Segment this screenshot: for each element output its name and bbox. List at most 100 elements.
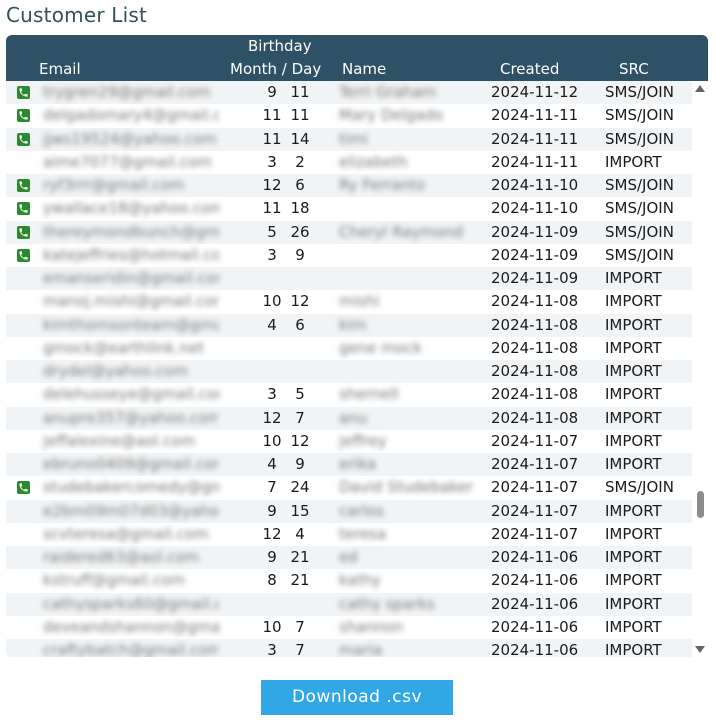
- birthday-day-cell: 21: [290, 571, 310, 590]
- table-row[interactable]: trygren29@gmail.com 9 11 Terri Graham 2024-1…: [6, 81, 692, 105]
- src-cell: IMPORT: [605, 641, 662, 657]
- table-row[interactable]: ryf3rrr@gmail.com 12 6 Ry Ferranto 2024-11-1…: [6, 174, 692, 198]
- table-row[interactable]: delehusseye@gmail.com 3 5 shernell 2024-11-0…: [6, 383, 692, 406]
- birthday-month-cell: 10: [262, 431, 282, 450]
- birthday-month-cell: 12: [262, 408, 282, 427]
- birthday-month-cell: 4: [267, 455, 277, 473]
- created-cell: 2024-11-06: [491, 548, 579, 566]
- birthday-month-cell: 3: [267, 152, 277, 171]
- table-row[interactable]: studebakercomedy@gmail.com 7 24 David Stude…: [6, 476, 692, 499]
- created-cell: 2024-11-11: [491, 152, 579, 171]
- name-cell: maria: [339, 641, 383, 657]
- created-cell: 2024-11-06: [491, 594, 579, 613]
- created-cell: 2024-11-08: [491, 385, 579, 404]
- created-cell: 2024-11-07: [491, 455, 579, 473]
- email-cell: craftybatch@gmail.com: [43, 641, 219, 657]
- email-cell: raidered63@aol.com: [43, 548, 200, 566]
- name-cell: Cheryl Raymond: [339, 222, 464, 241]
- table-row[interactable]: cathysparks60@gmail.com cathy sparks 2024-…: [6, 592, 692, 616]
- table-row[interactable]: emanseridin@gmail.com 2024-11-09 IMPORT: [6, 267, 692, 291]
- birthday-day-cell: 7: [295, 617, 305, 636]
- header-birthday-month-day[interactable]: Month / Day: [230, 60, 321, 78]
- table-row[interactable]: jeffalexine@aol.com 10 12 jeffrey 2024-11-07…: [6, 430, 692, 453]
- birthday-day-cell: 2: [295, 152, 305, 171]
- table-row[interactable]: deveandshannon@gmail.com 10 7 shannon 2024-1…: [6, 616, 692, 639]
- phone-icon: [17, 109, 31, 123]
- table-row[interactable]: raidered63@aol.com 9 21 ed 2024-11-06 IMPORT: [6, 546, 692, 570]
- table-row[interactable]: jjws19524@yahoo.com 11 14 timi 2024-11-11 SMS…: [6, 127, 692, 151]
- birthday-month-cell: 11: [262, 129, 282, 148]
- src-cell: SMS/JOIN: [605, 245, 674, 264]
- table-row[interactable]: katejeffries@hotmail.com 3 9 2024-11-09 SMS/…: [6, 244, 692, 267]
- table-body[interactable]: trygren29@gmail.com 9 11 Terri Graham 2024-1…: [6, 81, 708, 657]
- download-csv-button[interactable]: Download .csv: [261, 680, 453, 715]
- email-cell: deveandshannon@gmail.com: [43, 617, 219, 636]
- scroll-down-arrow-icon[interactable]: [695, 646, 705, 653]
- phone-icon: [17, 225, 31, 240]
- table-header: Email Birthday Month / Day Name Created …: [6, 35, 708, 81]
- email-cell: delehusseye@gmail.com: [43, 385, 219, 404]
- table-row[interactable]: ywallace18@yahoo.com 11 18 2024-11-10 SMS/JO…: [6, 197, 692, 220]
- src-cell: IMPORT: [605, 617, 662, 636]
- vertical-scrollbar[interactable]: [692, 81, 708, 657]
- src-cell: IMPORT: [605, 501, 662, 520]
- page-title: Customer List: [6, 3, 148, 27]
- table-row[interactable]: anupre357@yahoo.com 12 7 anu 2024-11-08 IMPOR…: [6, 406, 692, 430]
- table-row[interactable]: drydel@yahoo.com 2024-11-08 IMPORT: [6, 360, 692, 384]
- email-cell: trygren29@gmail.com: [43, 83, 211, 101]
- src-cell: SMS/JOIN: [605, 83, 674, 101]
- src-cell: IMPORT: [605, 362, 662, 380]
- email-cell: jeffalexine@aol.com: [43, 431, 196, 450]
- scroll-up-arrow-icon[interactable]: [695, 85, 705, 92]
- created-cell: 2024-11-07: [491, 524, 579, 543]
- phone-icon: [17, 86, 31, 100]
- table-row[interactable]: aime7077@gmail.com 3 2 elizabeth 2024-11-11 I…: [6, 151, 692, 174]
- created-cell: 2024-11-08: [491, 338, 579, 357]
- phone-icon: [17, 202, 31, 216]
- table-row[interactable]: thereymondbunch@gmail.com 5 26 Cheryl Raymo…: [6, 220, 692, 244]
- birthday-day-cell: 18: [290, 199, 310, 218]
- birthday-month-cell: 10: [262, 292, 282, 311]
- src-cell: IMPORT: [605, 292, 662, 311]
- table-row[interactable]: scvteresa@gmail.com 12 4 teresa 2024-11-07 IM…: [6, 523, 692, 546]
- phone-icon: [17, 481, 31, 495]
- src-cell: IMPORT: [605, 431, 662, 450]
- email-cell: scvteresa@gmail.com: [43, 524, 209, 543]
- email-cell: katejeffries@hotmail.com: [43, 245, 219, 264]
- created-cell: 2024-11-06: [491, 641, 579, 657]
- name-cell: cathy sparks: [339, 594, 435, 613]
- created-cell: 2024-11-09: [491, 222, 579, 241]
- name-cell: Ry Ferranto: [339, 176, 426, 194]
- created-cell: 2024-11-06: [491, 571, 579, 590]
- birthday-day-cell: 15: [290, 501, 310, 520]
- birthday-month-cell: 8: [267, 571, 277, 590]
- name-cell: shernell: [339, 385, 399, 404]
- header-birthday[interactable]: Birthday: [248, 37, 312, 55]
- table-row[interactable]: kstruff@gmail.com 8 21 kathy 2024-11-06 IMPOR…: [6, 569, 692, 592]
- header-name[interactable]: Name: [342, 60, 386, 78]
- email-cell: jjws19524@yahoo.com: [43, 129, 217, 148]
- table-row[interactable]: craftybatch@gmail.com 3 7 maria 2024-11-06 IM…: [6, 639, 692, 657]
- birthday-month-cell: 9: [267, 83, 277, 101]
- table-row[interactable]: manoj.mishi@gmail.com 10 12 mishi 2024-11-08…: [6, 290, 692, 313]
- table-row[interactable]: e2bm09m07d03@yahoo.com 9 15 carlos 2024-11-0…: [6, 499, 692, 523]
- email-cell: manoj.mishi@gmail.com: [43, 292, 219, 311]
- name-cell: erika: [339, 455, 377, 473]
- src-cell: IMPORT: [605, 408, 662, 427]
- table-row[interactable]: delgadomary4@gmail.com 11 11 Mary Delgado 20…: [6, 104, 692, 127]
- header-src[interactable]: SRC: [619, 60, 649, 78]
- header-email[interactable]: Email: [39, 60, 81, 78]
- name-cell: shannon: [339, 617, 404, 636]
- header-created[interactable]: Created: [500, 60, 559, 78]
- src-cell: SMS/JOIN: [605, 106, 674, 125]
- birthday-day-cell: 6: [295, 176, 305, 194]
- email-cell: gmock@earthlink.net: [43, 338, 205, 357]
- birthday-month-cell: 4: [267, 315, 277, 334]
- birthday-day-cell: 6: [295, 315, 305, 334]
- created-cell: 2024-11-11: [491, 106, 579, 125]
- scrollbar-thumb[interactable]: [697, 491, 704, 518]
- table-row[interactable]: gmock@earthlink.net gene mock 2024-11-08 IM…: [6, 337, 692, 360]
- table-row[interactable]: kimthomsonteam@gmail.com 46 kim 2024-11-08 I…: [6, 313, 692, 337]
- created-cell: 2024-11-08: [491, 292, 579, 311]
- table-row[interactable]: ebruno0409@gmail.com 4 9 erika 2024-11-07 IMP…: [6, 453, 692, 477]
